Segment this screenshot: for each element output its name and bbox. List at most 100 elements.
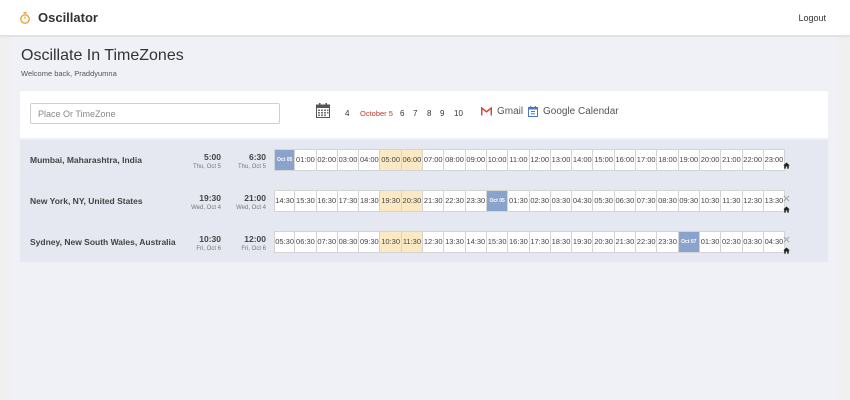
hour-cell[interactable]: 05:30 <box>274 231 296 253</box>
hour-cell[interactable]: 06:30 <box>614 190 637 212</box>
hour-cell[interactable]: 11:00 <box>508 149 530 171</box>
hour-cell[interactable]: 23:30 <box>465 190 487 212</box>
calendar-icon[interactable] <box>316 103 330 118</box>
current-date: Fri, Oct 6 <box>196 246 221 252</box>
gmail-icon[interactable] <box>481 107 492 116</box>
hour-cell[interactable]: 07:00 <box>423 149 445 171</box>
hour-cell[interactable]: 04:30 <box>572 190 594 212</box>
hour-cell[interactable]: 14:00 <box>572 149 594 171</box>
day-option[interactable]: 10 <box>454 109 463 118</box>
hour-cell[interactable]: 13:30 <box>763 190 786 212</box>
home-icon[interactable] <box>783 200 790 213</box>
close-icon[interactable] <box>783 230 790 243</box>
hour-cell[interactable]: 13:00 <box>550 149 573 171</box>
google-calendar-icon[interactable] <box>528 106 538 117</box>
home-icon[interactable] <box>783 156 790 169</box>
selected-time: 6:30 <box>248 152 266 162</box>
hour-cell[interactable]: 23:30 <box>657 231 679 253</box>
hour-cell[interactable]: 12:30 <box>742 190 764 212</box>
day-option[interactable]: 8 <box>427 109 431 118</box>
hour-cell[interactable]: 15:00 <box>593 149 615 171</box>
stopwatch-icon <box>20 12 30 24</box>
hour-cell-date[interactable]: Oct 05 <box>274 149 296 171</box>
hour-cell[interactable]: 22:30 <box>444 190 466 212</box>
hour-cell[interactable]: 21:00 <box>721 149 743 171</box>
hour-cell[interactable]: 17:00 <box>636 149 658 171</box>
hour-cell[interactable]: 07:30 <box>316 231 338 253</box>
hour-cell[interactable]: 03:00 <box>337 149 360 171</box>
day-option[interactable]: 6 <box>400 109 404 118</box>
welcome-message: Welcome back, Praddyumna <box>21 69 117 78</box>
google-calendar-link[interactable]: Google Calendar <box>543 106 619 117</box>
hour-cell[interactable]: 23:00 <box>763 149 786 171</box>
hour-cell[interactable]: 17:30 <box>529 231 551 253</box>
hour-cell[interactable]: 13:30 <box>444 231 466 253</box>
hour-cell[interactable]: 03:30 <box>550 190 573 212</box>
gmail-link[interactable]: Gmail <box>497 106 523 117</box>
hour-cell[interactable]: 21:30 <box>614 231 637 253</box>
hour-cell-date[interactable]: Oct 07 <box>678 231 700 253</box>
hour-cell[interactable]: 08:30 <box>337 231 360 253</box>
hour-cell[interactable]: 03:30 <box>742 231 764 253</box>
timezone-row: Mumbai, Maharashtra, India 5:00 Thu, Oct… <box>20 140 828 180</box>
hour-cell[interactable]: 18:30 <box>550 231 573 253</box>
hour-cell[interactable]: 12:00 <box>529 149 551 171</box>
hour-cell[interactable]: 18:00 <box>657 149 679 171</box>
hour-cell[interactable]: 09:30 <box>678 190 700 212</box>
hour-cell[interactable]: 09:00 <box>465 149 487 171</box>
hour-cell[interactable]: 07:30 <box>636 190 658 212</box>
hour-cell[interactable]: 02:30 <box>529 190 551 212</box>
hour-cell[interactable]: 05:30 <box>593 190 615 212</box>
hour-cell[interactable]: 06:30 <box>295 231 317 253</box>
close-icon[interactable] <box>783 189 790 202</box>
hour-cell[interactable]: 19:30 <box>380 190 402 212</box>
hour-cell[interactable]: 14:30 <box>465 231 487 253</box>
hour-cell[interactable]: 01:00 <box>295 149 317 171</box>
hour-cell[interactable]: 01:30 <box>699 231 722 253</box>
hour-cell[interactable]: 01:30 <box>508 190 530 212</box>
hour-cell[interactable]: 19:30 <box>572 231 594 253</box>
hour-cell[interactable]: 10:30 <box>380 231 402 253</box>
hour-cell[interactable]: 16:30 <box>508 231 530 253</box>
day-option-selected[interactable]: October 5 <box>360 109 393 118</box>
hour-cell[interactable]: 22:00 <box>742 149 764 171</box>
hour-cell[interactable]: 20:00 <box>699 149 722 171</box>
hour-cell[interactable]: 16:30 <box>316 190 338 212</box>
hour-cell[interactable]: 02:30 <box>721 231 743 253</box>
hour-cell[interactable]: 16:00 <box>614 149 637 171</box>
hour-cell[interactable]: 21:30 <box>423 190 445 212</box>
hour-cell[interactable]: 15:30 <box>295 190 317 212</box>
hour-cell[interactable]: 20:30 <box>401 190 424 212</box>
hour-cell[interactable]: 02:00 <box>316 149 338 171</box>
hour-cell[interactable]: 10:00 <box>486 149 509 171</box>
hour-cell[interactable]: 05:00 <box>380 149 402 171</box>
hour-cell[interactable]: 17:30 <box>337 190 360 212</box>
hour-cell[interactable]: 15:30 <box>486 231 509 253</box>
hour-cell[interactable]: 06:00 <box>401 149 424 171</box>
hour-cell[interactable]: 08:30 <box>657 190 679 212</box>
hour-cell[interactable]: 20:30 <box>593 231 615 253</box>
hour-cell[interactable]: 10:30 <box>699 190 722 212</box>
hour-cell[interactable]: 18:30 <box>359 190 381 212</box>
timezone-name: Sydney, New South Wales, Australia <box>30 237 176 247</box>
hour-cell[interactable]: 04:30 <box>763 231 786 253</box>
hour-cell[interactable]: 22:30 <box>636 231 658 253</box>
hour-cell-date[interactable]: Oct 05 <box>486 190 509 212</box>
day-option[interactable]: 9 <box>440 109 444 118</box>
day-option[interactable]: 4 <box>345 109 349 118</box>
search-input[interactable] <box>30 103 280 124</box>
hour-cell[interactable]: 08:00 <box>444 149 466 171</box>
logout-link[interactable]: Logout <box>798 13 826 23</box>
hour-cell[interactable]: 14:30 <box>274 190 296 212</box>
hour-cell[interactable]: 19:00 <box>678 149 700 171</box>
hour-cell[interactable]: 11:30 <box>721 190 743 212</box>
hour-cell[interactable]: 11:30 <box>401 231 424 253</box>
hour-cell[interactable]: 12:30 <box>423 231 445 253</box>
day-option[interactable]: 7 <box>413 109 417 118</box>
app-name[interactable]: Oscillator <box>38 10 98 25</box>
home-icon[interactable] <box>783 241 790 254</box>
hour-cell[interactable]: 04:00 <box>359 149 381 171</box>
hour-cell[interactable]: 09:30 <box>359 231 381 253</box>
current-time: 5:00 <box>203 152 221 162</box>
current-date: Wed, Oct 4 <box>191 205 221 211</box>
